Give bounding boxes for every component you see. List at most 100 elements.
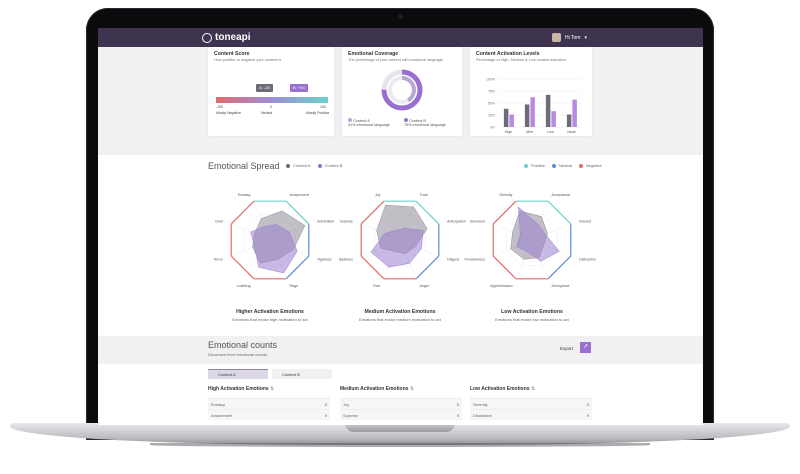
scale-min: -100	[216, 105, 224, 109]
column-title: High Activation Emotions ⇅	[208, 386, 330, 398]
legend-neutral: Neutral	[559, 163, 572, 168]
scale-mid: 0	[270, 105, 272, 109]
scale-right-label: Mostly Positive	[306, 111, 330, 115]
user-greeting: Hi Tom	[565, 34, 581, 41]
radar-title: Higher Activation Emotions	[236, 309, 304, 315]
chevron-down-icon: ▾	[584, 34, 587, 41]
radar-axis-label: Ecstasy	[238, 193, 251, 197]
legend-b-value: 75% emotional language	[404, 123, 446, 127]
radar-axis-label: Interest	[579, 220, 591, 224]
scale-left-label: Mostly Negative	[216, 111, 241, 115]
card-subtitle: The percentage of your content with emot…	[348, 58, 443, 62]
legend-positive: Positive	[531, 163, 546, 168]
tab-label: Content B	[282, 371, 300, 377]
radar-caption-medium: Medium Activation Emotions Emotions that …	[330, 309, 470, 322]
table-row: Joy 5	[340, 398, 462, 409]
radar-caption-high: Higher Activation Emotions Emotions that …	[200, 309, 340, 322]
legend-negative: Negative	[585, 163, 602, 168]
coverage-legend-b: Content B 75% emotional language	[404, 118, 446, 127]
table-row: Ecstasy 5	[208, 398, 330, 409]
legend-a-dot	[348, 118, 352, 122]
score-tip-b: B: +54	[290, 84, 308, 92]
column-title: Low Activation Emotions ⇅	[470, 386, 592, 398]
brand-icon	[202, 32, 212, 43]
coverage-legend-a: Content A 41% emotional language	[348, 118, 390, 127]
legend-content-b: Content B	[324, 163, 343, 168]
radar-edge	[547, 255, 572, 280]
tab-content-b[interactable]: Content B	[272, 369, 332, 379]
low-activation-column: Low Activation Emotions ⇅ Serenity 5 Dist…	[470, 386, 592, 420]
score-tip-a: A: -28	[256, 84, 273, 92]
x-tick-label: Low	[547, 130, 554, 134]
content-score-card: Content Score How positive or negative y…	[208, 47, 334, 136]
emotional-coverage-card: Emotional Coverage The percentage of you…	[342, 47, 462, 136]
radar-axis-label: Anticipation	[447, 220, 466, 224]
radar-charts: Ecstasy Amazement Admiration Vigilance Rage L…	[213, 193, 596, 288]
radar-axis-label: Disgust	[447, 257, 459, 261]
column-title: Medium Activation Emotions ⇅	[340, 386, 462, 398]
legend-content-a: Content A	[293, 163, 311, 168]
radar-axis-label: Grief	[215, 220, 223, 224]
row-count: 9	[586, 412, 589, 418]
table-row: Amazement 9	[208, 409, 330, 420]
laptop-foot	[150, 443, 650, 447]
radar-subtitle: Emotions that evoke high motivation to a…	[232, 317, 308, 322]
avatar	[552, 33, 561, 42]
bar	[572, 99, 577, 127]
row-name: Joy	[343, 401, 350, 407]
y-tick-label: 100%	[486, 77, 495, 81]
bar	[503, 108, 509, 127]
counts-title: Emotional counts	[208, 340, 278, 350]
row-name: Surprise	[343, 412, 358, 418]
radar-edge	[230, 200, 255, 225]
neutral-dot	[552, 163, 557, 168]
score-scale	[216, 97, 328, 103]
radar-axis-label: Vigilance	[317, 257, 332, 261]
counts-subtitle: Document level emotional counts	[208, 352, 267, 357]
radar-axis-label: Apprehension	[490, 284, 512, 288]
row-count: 9	[456, 412, 459, 418]
card-subtitle: How positive or negative your content is	[214, 58, 282, 62]
radar-axis-label: Annoyance	[552, 284, 570, 288]
bar	[545, 94, 551, 127]
tab-label: Content A	[218, 372, 236, 377]
bar	[530, 97, 535, 127]
radar-axis-label: Trust	[420, 193, 428, 197]
sort-icon[interactable]: ⇅	[270, 386, 274, 392]
radar-axis-label: Serenity	[499, 193, 512, 197]
sort-icon[interactable]: ⇅	[410, 386, 414, 392]
medium-activation-column: Medium Activation Emotions ⇅ Joy 5 Surpri…	[340, 386, 462, 420]
x-tick-label: Med	[526, 130, 533, 134]
table-row: Surprise 9	[340, 409, 462, 420]
bar	[509, 114, 514, 127]
row-name: Ecstasy	[211, 401, 226, 407]
activation-bar-chart: 100% 75% 50% 25% 0% High Med Low None	[486, 77, 582, 134]
negative-dot	[578, 163, 583, 168]
row-count: 5	[586, 401, 589, 407]
export-label: Export	[560, 346, 574, 351]
brand[interactable]: toneapi	[202, 32, 251, 43]
card-subtitle: Percentage of High, Medium & Low content…	[476, 58, 567, 62]
row-count: 5	[324, 401, 327, 407]
legend-dot-a	[286, 163, 290, 168]
radar-axis-label: Amazement	[290, 193, 309, 197]
screen: toneapi Hi Tom ▾ Content Score How posit…	[98, 28, 703, 425]
radar-edge	[547, 200, 572, 225]
bar	[551, 111, 556, 127]
radar-edge	[415, 255, 440, 280]
export-button[interactable]: ↗	[580, 342, 591, 353]
radar-subtitle: Emotions that evoke medium motivation to…	[359, 317, 441, 322]
user-menu[interactable]: Hi Tom ▾	[552, 33, 587, 42]
sort-icon[interactable]: ⇅	[531, 386, 535, 392]
radar-axis-label: Surprise	[339, 220, 352, 224]
bar	[566, 114, 572, 127]
column-title-text: Medium Activation Emotions	[340, 386, 409, 392]
radar-subtitle: Emotions that evoke low motivation to ac…	[495, 317, 569, 322]
radar-axis-label: Joy	[375, 193, 381, 197]
topbar: toneapi Hi Tom ▾	[98, 28, 703, 47]
row-name: Serenity	[473, 401, 488, 407]
card-title: Content Score	[214, 51, 250, 57]
x-tick-label: High	[505, 130, 512, 134]
row-name: Distraction	[473, 412, 492, 418]
tab-content-a[interactable]: Content A	[208, 369, 268, 379]
